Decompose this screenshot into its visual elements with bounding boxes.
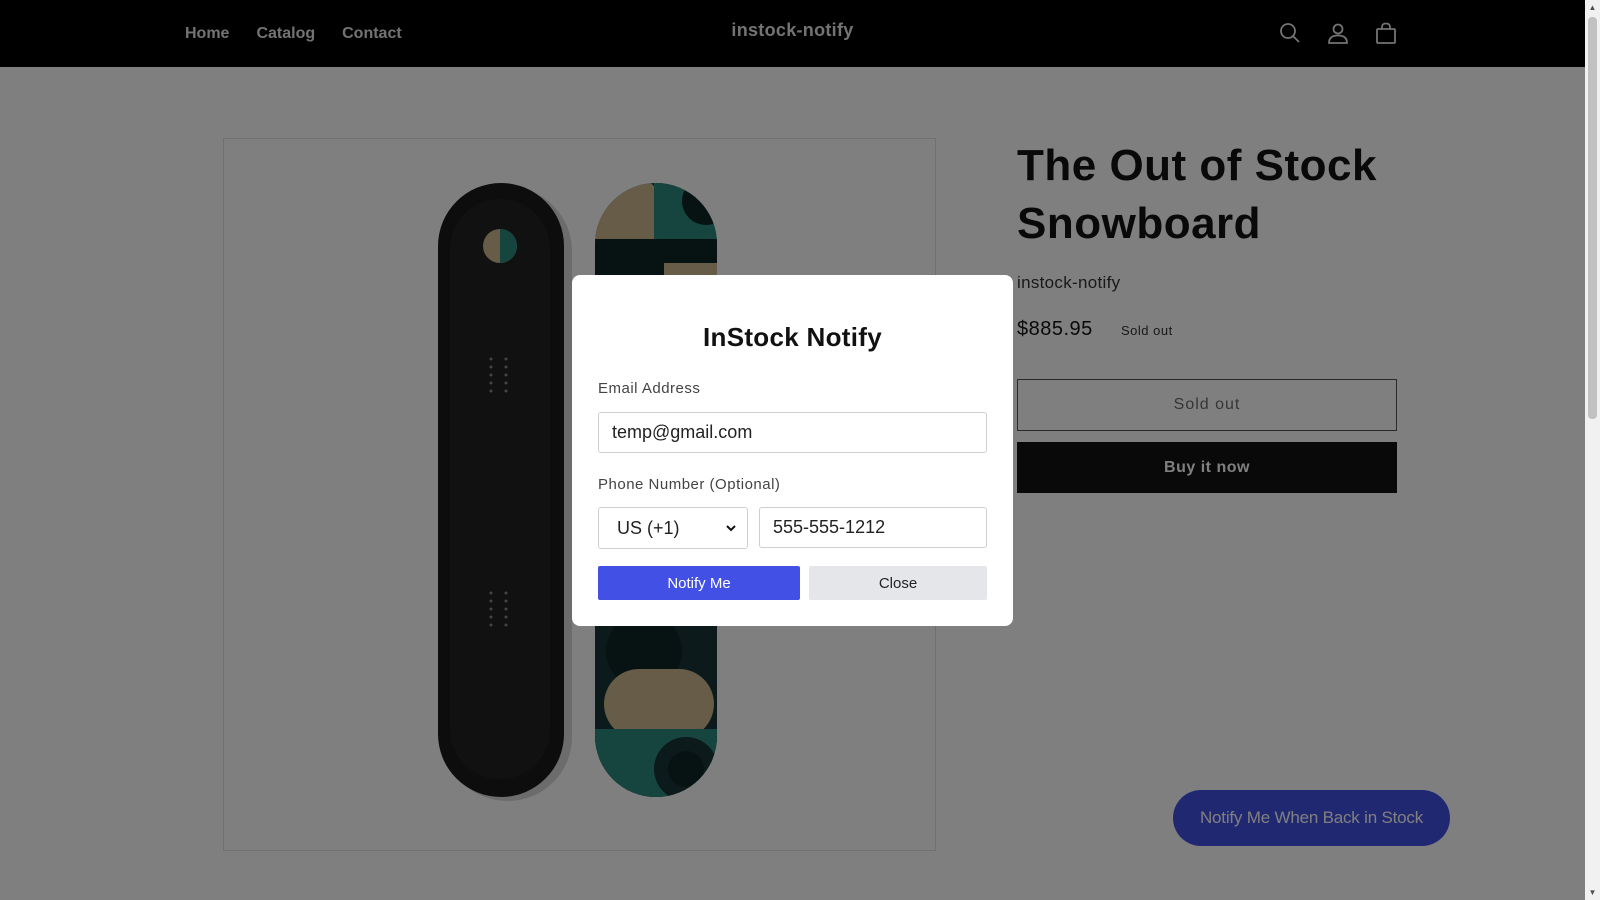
modal-title: InStock Notify (703, 322, 882, 352)
email-field[interactable] (598, 412, 987, 453)
scrollbar-thumb[interactable] (1588, 17, 1597, 419)
country-code-select[interactable]: US (+1) (598, 507, 748, 549)
scroll-down-arrow-icon[interactable]: ▼ (1585, 885, 1600, 900)
chevron-down-icon (725, 518, 737, 539)
page-scrollbar[interactable]: ▲ ▼ (1585, 0, 1600, 900)
notify-me-button[interactable]: Notify Me (598, 566, 800, 600)
email-label: Email Address (598, 380, 701, 397)
scroll-up-arrow-icon[interactable]: ▲ (1585, 0, 1600, 15)
country-code-value: US (+1) (617, 517, 680, 538)
close-button[interactable]: Close (809, 566, 987, 600)
phone-field[interactable] (759, 507, 987, 548)
phone-label: Phone Number (Optional) (598, 476, 781, 493)
instock-notify-modal: InStock Notify Email Address Phone Numbe… (572, 275, 1013, 626)
